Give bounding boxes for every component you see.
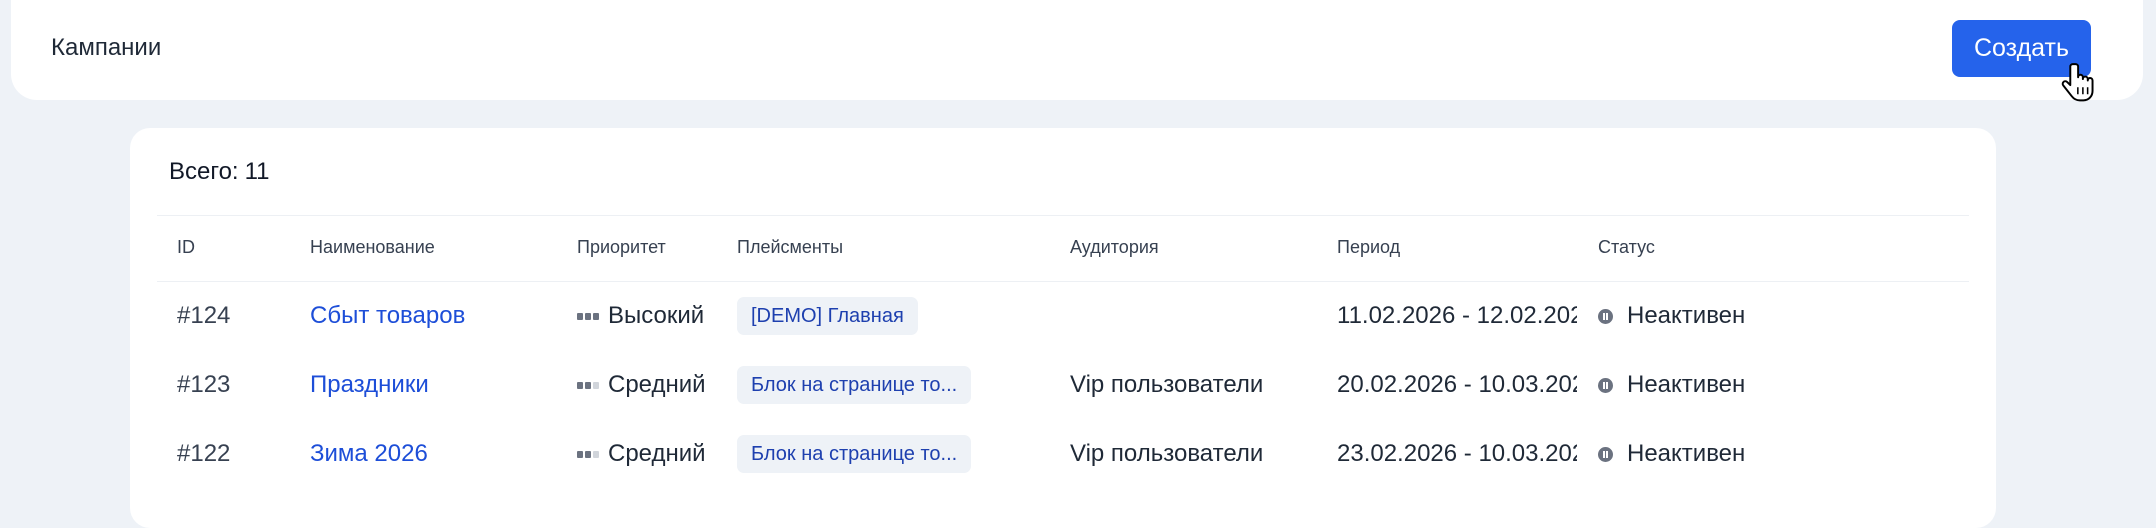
period-cell: 23.02.2026 - 10.03.2026 [1337, 440, 1577, 467]
column-header-priority[interactable]: Приоритет [577, 237, 666, 258]
hand-pointer-icon [2061, 63, 2094, 102]
top-bar: Кампании [11, 0, 2143, 100]
status-label: Неактивен [1627, 302, 1746, 329]
column-header-status[interactable]: Статус [1598, 237, 1655, 258]
status-label: Неактивен [1627, 371, 1746, 398]
period-cell: 11.02.2026 - 12.02.2026 [1337, 302, 1577, 329]
placement-tag[interactable]: Блок на странице то... [737, 366, 972, 404]
divider [157, 215, 1969, 216]
total-number: 11 [244, 158, 270, 185]
column-header-audience[interactable]: Аудитория [1070, 237, 1159, 258]
status-label: Неактивен [1627, 440, 1746, 467]
priority-label: Средний [608, 371, 706, 398]
pause-circle-icon [1598, 446, 1613, 462]
campaign-name-link[interactable]: Сбыт товаров [310, 282, 465, 350]
row-id: #123 [177, 371, 231, 398]
status-cell: Неактивен [1598, 351, 1745, 419]
campaigns-card: Всего: 11 ID Наименование Приоритет Плейс… [130, 128, 1996, 528]
priority-cell: Средний [577, 351, 706, 419]
priority-cell: Высокий [577, 282, 704, 350]
priority-bars-icon [577, 450, 599, 458]
row-id: #124 [177, 302, 231, 329]
campaign-name-link[interactable]: Праздники [310, 351, 429, 419]
period-cell: 20.02.2026 - 10.03.2026 [1337, 371, 1577, 398]
column-header-placements[interactable]: Плейсменты [737, 237, 843, 258]
row-id: #122 [177, 440, 231, 467]
total-label: Всего: [169, 158, 239, 185]
total-count: Всего: 11 [169, 158, 270, 186]
priority-bars-icon [577, 312, 599, 320]
campaign-name-link[interactable]: Зима 2026 [310, 420, 428, 488]
audience-cell: Vip пользователи [1070, 440, 1264, 467]
pause-circle-icon [1598, 308, 1613, 324]
column-header-name[interactable]: Наименование [310, 237, 435, 258]
priority-bars-icon [577, 381, 599, 389]
column-header-period[interactable]: Период [1337, 237, 1400, 258]
placement-cell: [DEMO] Главная [737, 282, 918, 350]
pause-circle-icon [1598, 377, 1613, 393]
priority-label: Высокий [608, 302, 705, 329]
status-cell: Неактивен [1598, 420, 1745, 488]
priority-label: Средний [608, 440, 706, 467]
page-title: Кампании [51, 34, 162, 61]
table-row[interactable]: #122 Зима 2026 Средний Блок на странице … [130, 420, 1996, 488]
status-cell: Неактивен [1598, 282, 1745, 350]
audience-cell: Vip пользователи [1070, 371, 1264, 398]
placement-cell: Блок на странице то... [737, 420, 972, 488]
placement-cell: Блок на странице то... [737, 351, 972, 419]
placement-tag[interactable]: Блок на странице то... [737, 435, 972, 473]
column-header-id[interactable]: ID [177, 237, 195, 258]
table-row[interactable]: #124 Сбыт товаров Высокий [DEMO] Главная… [130, 282, 1996, 350]
placement-tag[interactable]: [DEMO] Главная [737, 297, 918, 335]
table-row[interactable]: #123 Праздники Средний Блок на странице … [130, 351, 1996, 419]
priority-cell: Средний [577, 420, 706, 488]
